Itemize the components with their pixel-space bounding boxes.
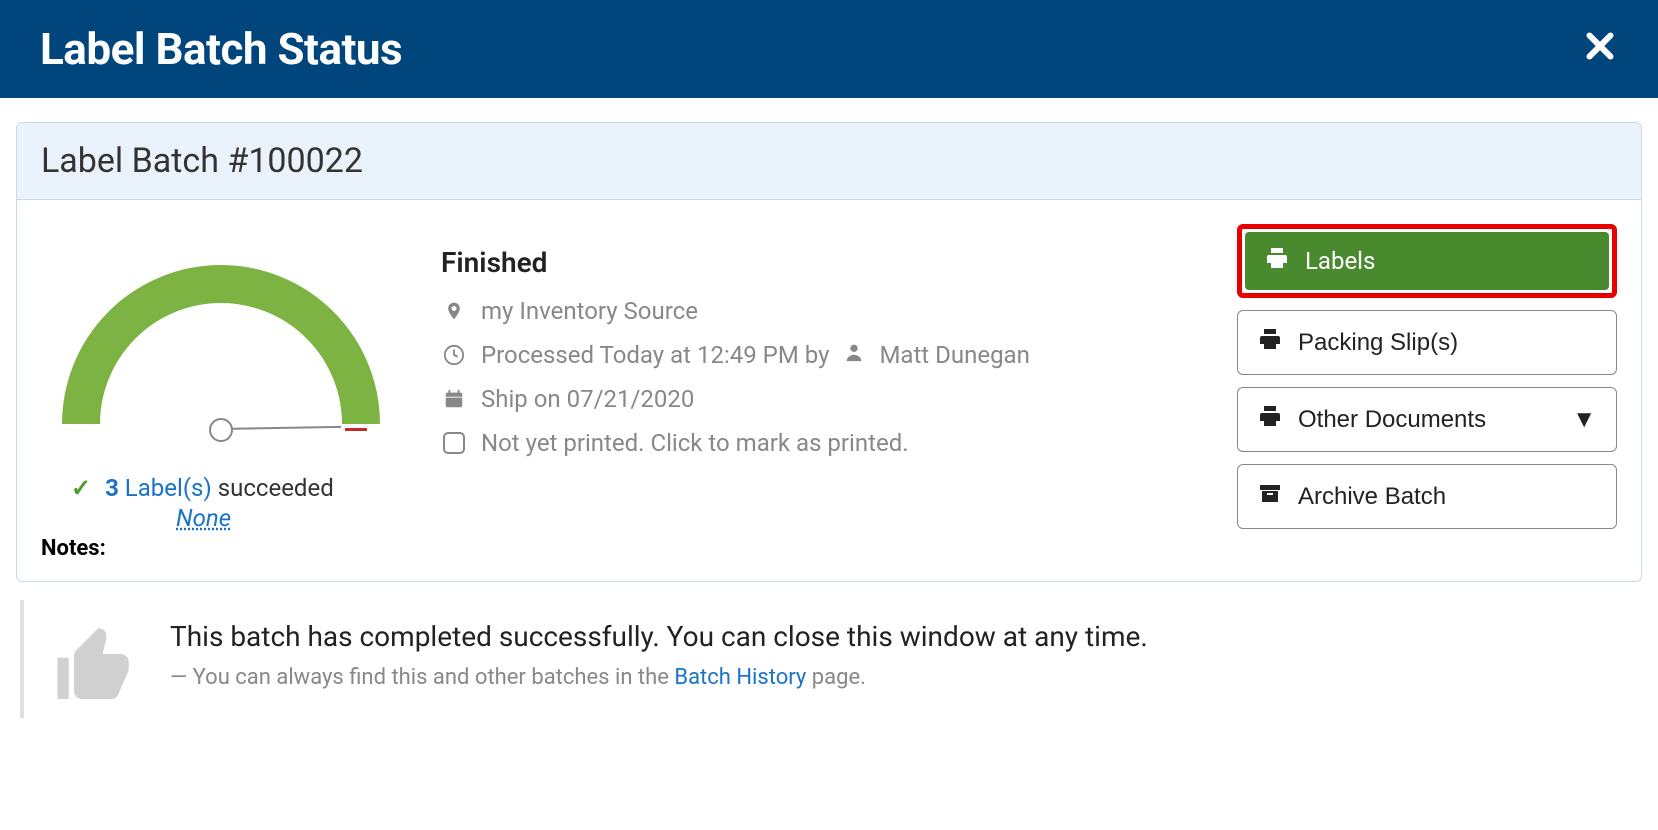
none-link[interactable]: None bbox=[41, 504, 401, 532]
notes-label: Notes: bbox=[41, 536, 401, 561]
succeeded-summary: ✓ 3 Label(s) succeeded bbox=[41, 474, 401, 502]
checkbox-empty-icon[interactable] bbox=[441, 432, 467, 454]
footer-headline: This batch has completed successfully. Y… bbox=[170, 620, 1148, 653]
labels-link[interactable]: Label(s) bbox=[125, 474, 212, 502]
footer-subtext: — You can always find this and other bat… bbox=[170, 665, 1148, 690]
actions-column: Labels Packing Slip(s) Other Documents ▼ bbox=[1237, 224, 1617, 561]
succeeded-suffix: succeeded bbox=[218, 474, 334, 502]
other-button-text: Other Documents bbox=[1298, 406, 1486, 434]
user-icon bbox=[843, 341, 865, 369]
processed-by: Matt Dunegan bbox=[879, 341, 1029, 369]
close-icon[interactable] bbox=[1582, 27, 1618, 71]
clock-icon bbox=[441, 344, 467, 366]
other-documents-button[interactable]: Other Documents ▼ bbox=[1237, 387, 1617, 452]
labels-button[interactable]: Labels bbox=[1245, 232, 1609, 290]
info-column: Finished my Inventory Source Processed T… bbox=[441, 224, 1197, 561]
printer-icon bbox=[1258, 404, 1282, 435]
calendar-icon bbox=[441, 388, 467, 410]
succeeded-count: 3 bbox=[105, 474, 119, 502]
packing-button-text: Packing Slip(s) bbox=[1298, 329, 1458, 357]
labels-button-text: Labels bbox=[1305, 247, 1375, 275]
batch-panel: Label Batch #100022 ✓ 3 Label(s) succeed… bbox=[16, 122, 1642, 582]
labels-button-highlight: Labels bbox=[1237, 224, 1617, 298]
location-row: my Inventory Source bbox=[441, 297, 1197, 325]
modal-header: Label Batch Status bbox=[0, 0, 1658, 98]
footer-sub-prefix: — You can always find this and other bat… bbox=[170, 665, 674, 690]
archive-icon bbox=[1258, 481, 1282, 512]
batch-history-link[interactable]: Batch History bbox=[674, 665, 806, 690]
footer-sub-suffix: page. bbox=[806, 665, 866, 690]
status-heading: Finished bbox=[441, 246, 1197, 279]
archive-batch-button[interactable]: Archive Batch bbox=[1237, 464, 1617, 529]
location-text: my Inventory Source bbox=[481, 297, 698, 325]
location-pin-icon bbox=[441, 298, 467, 324]
gauge-column: ✓ 3 Label(s) succeeded None Notes: bbox=[41, 224, 401, 561]
printer-icon bbox=[1258, 327, 1282, 358]
footer-message: This batch has completed successfully. Y… bbox=[20, 600, 1638, 718]
printed-row[interactable]: Not yet printed. Click to mark as printe… bbox=[441, 429, 1197, 457]
packing-slips-button[interactable]: Packing Slip(s) bbox=[1237, 310, 1617, 375]
processed-prefix: Processed Today at 12:49 PM by bbox=[481, 341, 829, 369]
caret-down-icon: ▼ bbox=[1572, 406, 1596, 434]
printer-icon bbox=[1265, 246, 1289, 276]
progress-gauge bbox=[61, 254, 381, 434]
archive-button-text: Archive Batch bbox=[1298, 483, 1446, 511]
ship-row: Ship on 07/21/2020 bbox=[441, 385, 1197, 413]
processed-row: Processed Today at 12:49 PM by Matt Dune… bbox=[441, 341, 1197, 369]
modal-title: Label Batch Status bbox=[40, 23, 402, 75]
printed-text: Not yet printed. Click to mark as printe… bbox=[481, 429, 909, 457]
batch-panel-title: Label Batch #100022 bbox=[17, 123, 1641, 200]
thumbs-up-icon bbox=[50, 624, 140, 718]
check-icon: ✓ bbox=[71, 474, 91, 502]
ship-text: Ship on 07/21/2020 bbox=[481, 385, 694, 413]
